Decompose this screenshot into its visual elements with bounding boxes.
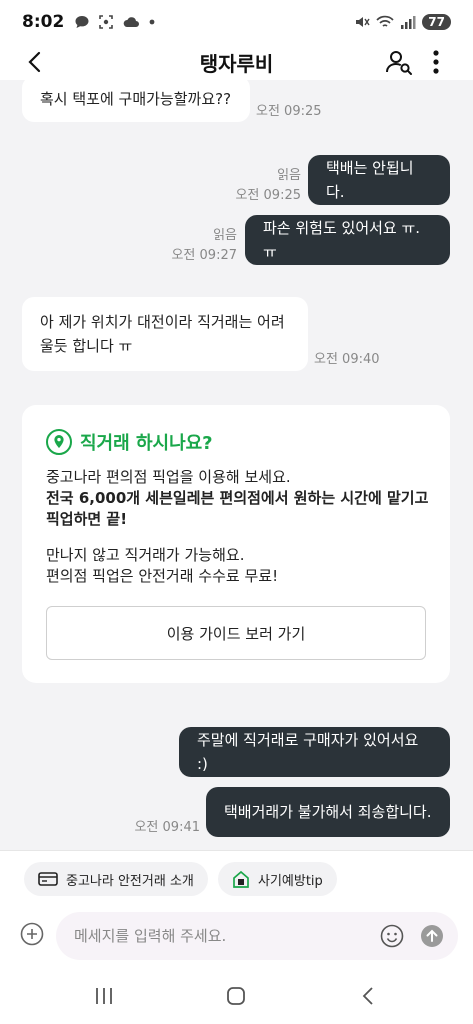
message-time: 오전 09:40 xyxy=(314,352,380,367)
chevron-left-icon xyxy=(28,51,41,73)
message-time: 오전 09:27 xyxy=(171,248,237,263)
card-text-line: 전국 6,000개 세븐일레븐 편의점에서 원하는 시간에 맡기고 xyxy=(46,488,428,509)
mute-icon xyxy=(356,17,370,27)
message-bubble-incoming: 아 제가 위치가 대전이라 직거래는 어려 울듯 합니다 ㅠ xyxy=(22,297,308,371)
cloud-icon xyxy=(123,17,140,27)
send-arrow-icon xyxy=(421,925,443,947)
message-bubble-outgoing: 택배거래가 불가해서 죄송합니다. xyxy=(206,787,450,837)
signal-icon xyxy=(401,16,416,29)
message-text-line: 울듯 합니다 ㅠ xyxy=(40,337,133,355)
quick-action-bar: 중고나라 안전거래 소개 사기예방tip xyxy=(0,850,473,904)
message-bubble-outgoing: 주말에 직거래로 구매자가 있어서요 :) xyxy=(179,727,450,777)
user-search-icon xyxy=(386,51,412,75)
page-title: 탱자루비 xyxy=(199,51,274,76)
chip-label: 중고나라 안전거래 소개 xyxy=(66,873,194,889)
message-bubble-incoming: 혹시 택포에 구매가능할까요?? xyxy=(22,80,250,122)
card-text-emphasis: 전국 6,000개 세븐일레븐 편의점 xyxy=(46,489,261,507)
card-text-line: 픽업하면 끝! xyxy=(46,509,127,530)
status-time: 8:02 xyxy=(22,12,65,32)
more-vertical-icon xyxy=(433,50,439,74)
message-input-container xyxy=(56,912,458,960)
message-input[interactable] xyxy=(74,924,364,948)
card-title: 직거래 하시나요? xyxy=(80,433,213,454)
card-icon xyxy=(38,872,58,886)
message-text: 택배는 안됩니다. xyxy=(326,159,414,201)
message-text: 파손 위험도 있어서요 ㅠ.ㅠ xyxy=(263,219,421,261)
message-time: 오전 09:41 xyxy=(134,820,200,835)
message-text: 주말에 직거래로 구매자가 있어서요 :) xyxy=(197,731,419,773)
lock-house-icon xyxy=(233,870,249,888)
emoji-button[interactable] xyxy=(380,924,404,948)
wifi-icon xyxy=(376,15,394,27)
card-text-emphasis: 픽업 xyxy=(46,510,74,528)
plus-circle-icon xyxy=(20,922,44,946)
direct-trade-info-card: 직거래 하시나요? 중고나라 편의점 픽업을 이용해 보세요. 전국 6,000… xyxy=(22,405,450,683)
message-text: 혹시 택포에 구매가능할까요?? xyxy=(40,90,232,108)
card-text-line: 만나지 않고 직거래가 가능해요. xyxy=(46,546,245,564)
message-text-line: 아 제가 위치가 대전이라 직거래는 어려 xyxy=(40,313,285,331)
message-input-bar xyxy=(0,904,473,966)
dot-icon xyxy=(149,19,155,25)
message-bubble-outgoing: 파손 위험도 있어서요 ㅠ.ㅠ xyxy=(245,215,450,265)
back-button[interactable] xyxy=(20,48,48,76)
chat-header: 탱자루비 xyxy=(0,44,473,80)
send-button[interactable] xyxy=(420,924,444,948)
user-search-button[interactable] xyxy=(385,48,413,76)
chat-bubble-icon xyxy=(75,16,89,28)
message-read-status: 읽음 xyxy=(213,228,237,243)
screenshot-icon xyxy=(99,15,114,29)
card-text-rest: 에서 원하는 시간에 맡기고 xyxy=(260,489,429,507)
card-text-rest: 하면 끝! xyxy=(73,510,128,528)
attach-button[interactable] xyxy=(20,922,44,946)
system-navigation-bar xyxy=(0,966,473,1024)
card-title-row: 직거래 하시나요? xyxy=(46,429,213,455)
fraud-prevention-tip-chip[interactable]: 사기예방tip xyxy=(218,862,337,896)
usage-guide-button[interactable]: 이용 가이드 보러 가기 xyxy=(46,606,426,660)
status-bar: 8:02 77 xyxy=(0,0,473,44)
message-text: 택배거래가 불가해서 죄송합니다. xyxy=(224,803,432,821)
safe-trade-intro-chip[interactable]: 중고나라 안전거래 소개 xyxy=(24,862,208,896)
message-read-status: 읽음 xyxy=(277,168,301,183)
location-pin-icon xyxy=(46,429,72,455)
chevron-left-icon xyxy=(362,987,373,1005)
status-notification-icons xyxy=(74,14,156,30)
system-back-button[interactable] xyxy=(356,984,380,1008)
message-time: 오전 09:25 xyxy=(256,104,322,119)
home-icon xyxy=(227,987,245,1005)
status-system-icons: 77 xyxy=(354,14,451,30)
card-text-line: 편의점 픽업은 안전거래 수수료 무료! xyxy=(46,567,279,585)
smiley-icon xyxy=(380,924,404,948)
more-options-button[interactable] xyxy=(426,48,446,76)
recent-apps-button[interactable] xyxy=(92,984,116,1008)
recent-apps-icon xyxy=(96,988,112,1004)
chat-message-list[interactable]: 혹시 택포에 구매가능할까요?? 오전 09:25 읽음 오전 09:25 택배… xyxy=(0,80,473,850)
message-time: 오전 09:25 xyxy=(235,188,301,203)
battery-indicator: 77 xyxy=(422,14,451,30)
home-button[interactable] xyxy=(224,984,248,1008)
message-bubble-outgoing: 택배는 안됩니다. xyxy=(308,155,450,205)
card-text-line: 중고나라 편의점 픽업을 이용해 보세요. xyxy=(46,468,291,486)
chip-label: 사기예방tip xyxy=(258,873,323,889)
